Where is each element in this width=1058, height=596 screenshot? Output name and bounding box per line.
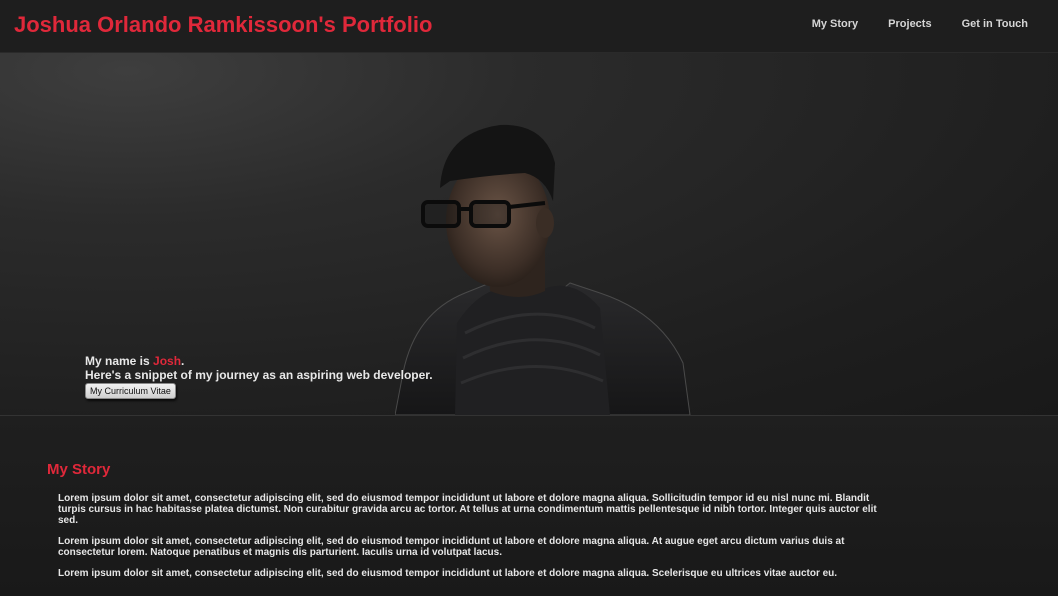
top-navbar: Joshua Orlando Ramkissoon's Portfolio My… <box>0 0 1058 53</box>
main-nav: My Story Projects Get in Touch <box>782 18 1028 30</box>
intro-prefix: My name is <box>85 354 154 368</box>
story-paragraph: Lorem ipsum dolor sit amet, consectetur … <box>58 568 838 579</box>
my-story-section: My Story Lorem ipsum dolor sit amet, con… <box>0 416 1058 596</box>
site-title[interactable]: Joshua Orlando Ramkissoon's Portfolio <box>14 12 432 38</box>
hero-tagline: Here's a snippet of my journey as an asp… <box>85 368 433 382</box>
curriculum-vitae-button[interactable]: My Curriculum Vitae <box>85 383 176 399</box>
intro-name: Josh <box>153 354 182 368</box>
nav-link-projects[interactable]: Projects <box>888 18 931 30</box>
hero-intro: My name is Josh. Here's a snippet of my … <box>85 354 433 399</box>
hero-section: My name is Josh. Here's a snippet of my … <box>0 53 1058 416</box>
story-paragraph: Lorem ipsum dolor sit amet, consectetur … <box>58 493 877 526</box>
nav-link-my-story[interactable]: My Story <box>812 18 858 30</box>
story-paragraph: Lorem ipsum dolor sit amet, consectetur … <box>58 536 845 558</box>
intro-line: My name is Josh. <box>85 354 433 368</box>
portrait-photo <box>395 124 691 415</box>
intro-suffix: . <box>181 354 185 368</box>
story-heading: My Story <box>47 461 111 478</box>
nav-link-get-in-touch[interactable]: Get in Touch <box>962 18 1028 30</box>
story-body: Lorem ipsum dolor sit amet, consectetur … <box>58 493 893 589</box>
